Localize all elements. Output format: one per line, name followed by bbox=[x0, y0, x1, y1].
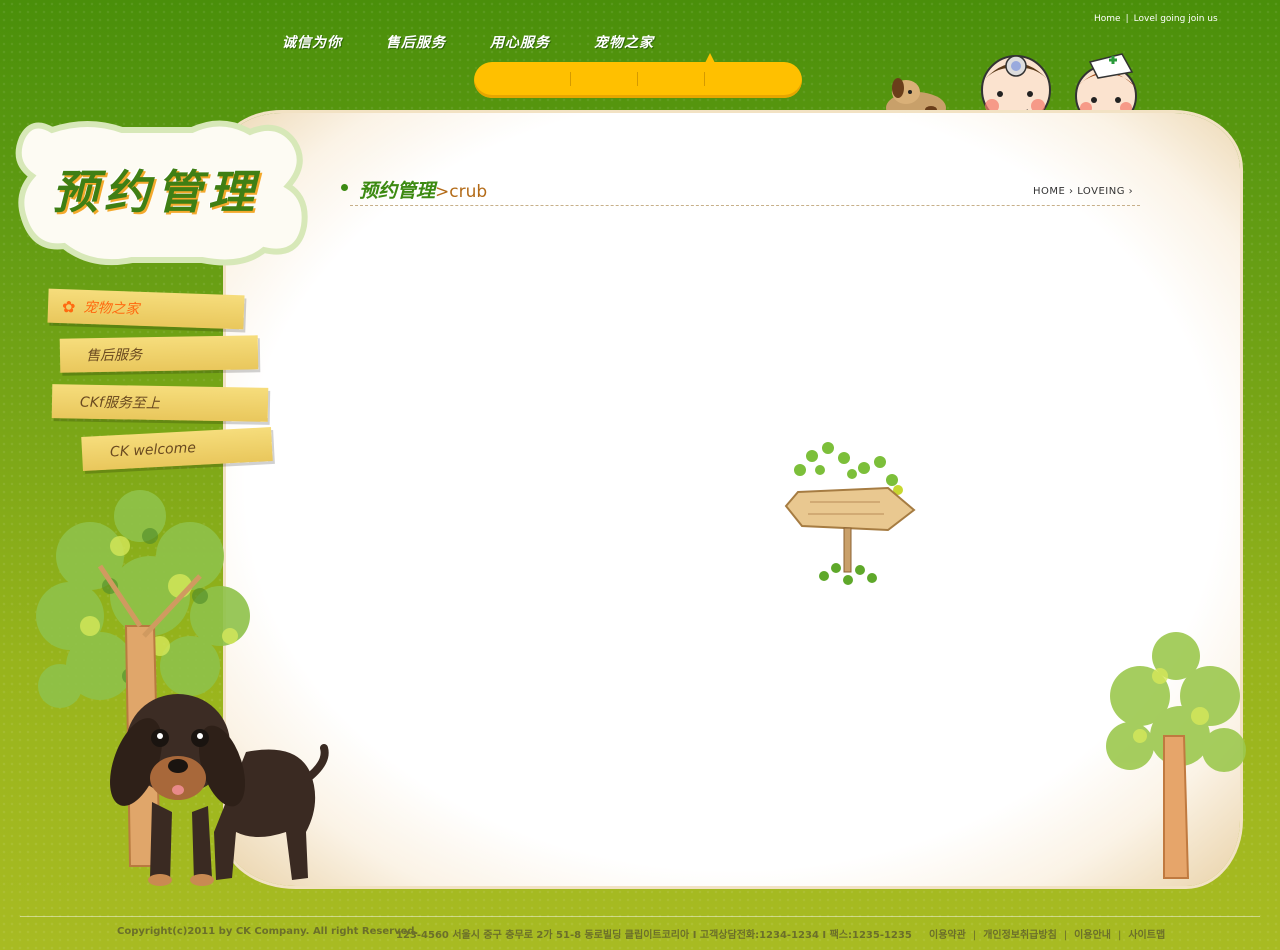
footer-links: 이용약관 | 개인정보취급방침 | 이용안내 | 사이트맵 bbox=[929, 930, 1166, 941]
footer-link-sitemap[interactable]: 사이트맵 bbox=[1128, 930, 1165, 941]
page-heading: 预约管理>crub bbox=[359, 176, 487, 203]
footer-link-terms[interactable]: 이용약관 bbox=[929, 930, 966, 941]
top-nav-item[interactable]: 用心服务 bbox=[490, 32, 550, 52]
side-nav-label: 宠物之家 bbox=[83, 299, 140, 318]
side-nav-item-after-service[interactable]: 售后服务 bbox=[59, 335, 259, 373]
chevron-right-icon: › bbox=[1069, 186, 1074, 197]
page-title: 预约管理 bbox=[52, 165, 260, 219]
side-nav-label: CKf服务至上 bbox=[79, 394, 161, 412]
top-nav-item[interactable]: 诚信为你 bbox=[282, 32, 342, 52]
home-link[interactable]: Home bbox=[1094, 14, 1121, 24]
sub-nav-divider bbox=[570, 72, 571, 86]
side-nav-label: CK welcome bbox=[109, 440, 197, 461]
heading-bullet bbox=[341, 184, 348, 191]
footer-link-guide[interactable]: 이용안내 bbox=[1074, 930, 1111, 941]
heading-divider bbox=[350, 205, 1140, 206]
paw-icon: ✿ bbox=[61, 296, 76, 317]
top-links: Home | Lovel going join us bbox=[1094, 14, 1218, 24]
puppy-illustration bbox=[110, 694, 329, 886]
page-heading-sub: >crub bbox=[435, 182, 488, 202]
breadcrumb: HOME › LOVEING › bbox=[1033, 186, 1133, 197]
side-nav-item-service-first[interactable]: CKf服务至上 bbox=[51, 384, 269, 422]
sub-nav-divider bbox=[637, 72, 638, 86]
footer: Copyright(c)2011 by CK Company. All righ… bbox=[117, 926, 1165, 941]
footer-copyright: Copyright(c)2011 by CK Company. All righ… bbox=[117, 926, 419, 937]
page-heading-title: 预约管理 bbox=[359, 180, 436, 202]
breadcrumb-home[interactable]: HOME bbox=[1033, 186, 1065, 197]
breadcrumb-current[interactable]: LOVEING bbox=[1077, 186, 1125, 197]
top-nav-item[interactable]: 宠物之家 bbox=[594, 32, 654, 52]
chevron-right-icon: › bbox=[1128, 186, 1134, 197]
footer-address: 123-4560 서울시 중구 충무로 2가 51-8 동로빌딩 클립이트코리아… bbox=[396, 930, 912, 941]
join-link[interactable]: Lovel going join us bbox=[1134, 14, 1218, 24]
top-nav: 诚信为你 售后服务 用心服务 宠物之家 bbox=[282, 32, 654, 52]
sub-nav-bar bbox=[474, 53, 802, 98]
sub-nav-divider bbox=[704, 72, 705, 86]
top-nav-item[interactable]: 售后服务 bbox=[386, 32, 446, 52]
tree-illustration bbox=[1106, 632, 1246, 879]
footer-link-privacy[interactable]: 개인정보취급방침 bbox=[983, 930, 1057, 941]
content-frame bbox=[226, 113, 1240, 886]
side-nav-label: 售后服务 bbox=[85, 347, 143, 365]
signpost-illustration bbox=[784, 442, 916, 585]
side-nav-item-pet-home[interactable]: ✿ 宠物之家 bbox=[47, 288, 245, 330]
footer-divider bbox=[20, 916, 1260, 917]
top-links-separator: | bbox=[1125, 14, 1129, 24]
